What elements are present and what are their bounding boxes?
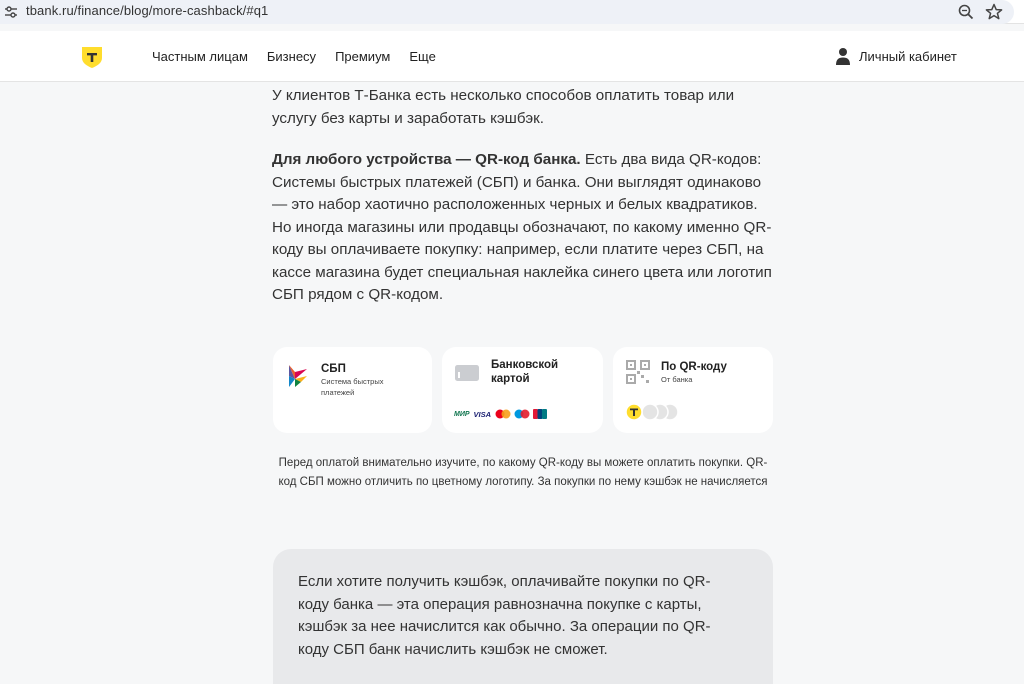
main-nav: Частным лицам Бизнесу Премиум Еще	[152, 49, 455, 64]
qr-card-subtitle: От банка	[661, 375, 693, 384]
tbank-logo-icon[interactable]	[80, 45, 104, 69]
payment-card-bank: Банковской картой МИР VISA	[442, 347, 603, 433]
url-text[interactable]: tbank.ru/finance/blog/more-cashback/#q1	[26, 3, 268, 18]
account-link[interactable]: Личный кабинет	[835, 47, 957, 65]
nav-item-individuals[interactable]: Частным лицам	[152, 49, 248, 64]
qr-heading: Для любого устройства — QR-код банка.	[272, 151, 581, 168]
star-icon[interactable]	[984, 2, 1004, 22]
sbp-subtitle: Система быстрых платежей	[321, 377, 384, 397]
omnibox[interactable]: tbank.ru/finance/blog/more-cashback/#q1	[0, 0, 1014, 24]
user-icon	[836, 48, 850, 65]
zoom-icon[interactable]	[957, 3, 975, 21]
mastercard-icon	[495, 409, 511, 419]
mir-icon: МИР	[454, 410, 470, 418]
sbp-logo-icon	[289, 365, 307, 387]
browser-address-bar: tbank.ru/finance/blog/more-cashback/#q1	[0, 0, 1024, 24]
payment-card-sbp: СБП Система быстрых платежей	[273, 347, 432, 433]
site-header: Частным лицам Бизнесу Премиум Еще Личный…	[0, 31, 1024, 82]
nav-item-more[interactable]: Еще	[409, 49, 435, 64]
bank-logos-icon	[625, 403, 679, 421]
intro-paragraph: У клиентов Т-Банка есть несколько способ…	[272, 87, 735, 127]
card-brands: МИР VISA	[454, 409, 548, 419]
tune-icon[interactable]	[3, 4, 19, 20]
unionpay-icon	[533, 409, 548, 419]
cashback-note-box: Если хотите получить кэшбэк, оплачивайте…	[273, 549, 773, 684]
cashback-note-text: Если хотите получить кэшбэк, оплачивайте…	[298, 573, 711, 658]
nav-item-premium[interactable]: Премиум	[335, 49, 390, 64]
visa-icon: VISA	[473, 409, 492, 419]
nav-item-business[interactable]: Бизнесу	[267, 49, 316, 64]
qr-text: Есть два вида QR-кодов: Системы быстрых …	[272, 151, 772, 303]
bank-card-icon	[455, 365, 479, 381]
qr-paragraph: Для любого устройства — QR-код банка. Ес…	[272, 149, 772, 307]
qr-card-title: По QR-коду	[661, 361, 727, 373]
sbp-title: СБП	[321, 363, 346, 375]
account-label: Личный кабинет	[859, 48, 957, 64]
payment-card-qr: По QR-коду От банка	[613, 347, 773, 433]
bank-card-title: Банковской картой	[491, 359, 559, 385]
cards-caption: Перед оплатой внимательно изучите, по ка…	[278, 457, 768, 488]
qr-code-icon	[626, 360, 650, 384]
maestro-icon	[514, 409, 530, 419]
